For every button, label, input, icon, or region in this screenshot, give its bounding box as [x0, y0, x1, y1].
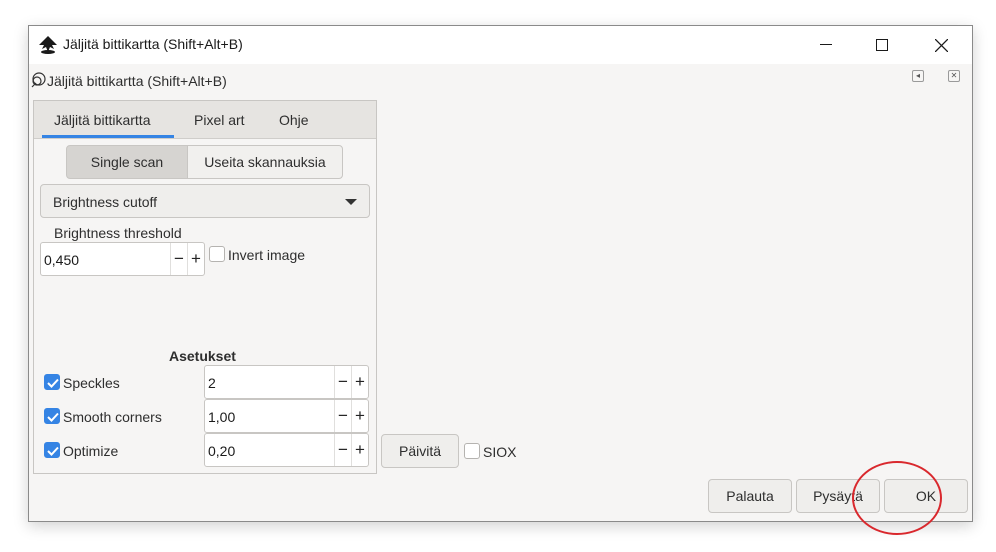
close-icon: [934, 38, 948, 52]
checkmark-icon: [47, 446, 59, 456]
minus-icon[interactable]: −: [334, 434, 351, 466]
brightness-threshold-spin[interactable]: 0,450 − +: [40, 242, 205, 276]
plus-icon[interactable]: +: [187, 243, 204, 275]
trace-panel: Jäljitä bittikartta Pixel art Ohje Singl…: [33, 100, 377, 474]
speckles-value: 2: [208, 375, 216, 391]
optimize-spin[interactable]: 0,20 − +: [204, 433, 369, 467]
trace-bitmap-window: Jäljitä bittikartta (Shift+Alt+B) Jäljit…: [28, 25, 973, 522]
smooth-corners-label: Smooth corners: [63, 409, 162, 425]
dock-close-button[interactable]: ✕: [948, 70, 960, 82]
optimize-checkbox[interactable]: [44, 442, 60, 458]
update-preview-button[interactable]: Päivitä: [381, 434, 459, 468]
settings-heading: Asetukset: [169, 348, 236, 364]
minus-icon[interactable]: −: [334, 400, 351, 432]
minus-icon[interactable]: −: [170, 243, 187, 275]
smooth-corners-value: 1,00: [208, 409, 236, 425]
siox-checkbox[interactable]: [464, 443, 480, 459]
minimize-button[interactable]: [803, 26, 849, 64]
title-bar: Jäljitä bittikartta (Shift+Alt+B): [29, 26, 972, 64]
detection-mode-value: Brightness cutoff: [53, 194, 158, 210]
smooth-corners-spin[interactable]: 1,00 − +: [204, 399, 369, 433]
tab-trace-bitmap[interactable]: Jäljitä bittikartta: [54, 112, 150, 128]
detection-mode-dropdown[interactable]: Brightness cutoff: [40, 184, 370, 218]
maximize-icon: [876, 39, 888, 51]
chevron-down-icon: [345, 199, 357, 205]
minus-icon[interactable]: −: [334, 366, 351, 398]
checkmark-icon: [47, 378, 59, 388]
tab-bar: Jäljitä bittikartta Pixel art Ohje: [34, 101, 376, 139]
plus-icon[interactable]: +: [351, 366, 368, 398]
siox-label: SIOX: [483, 444, 517, 460]
speckles-spin[interactable]: 2 − +: [204, 365, 369, 399]
invert-image-label: Invert image: [228, 247, 306, 263]
smooth-corners-checkbox[interactable]: [44, 408, 60, 424]
single-scan-toggle[interactable]: Single scan: [66, 145, 188, 179]
plus-icon[interactable]: +: [351, 434, 368, 466]
plus-icon[interactable]: +: [351, 400, 368, 432]
tab-help[interactable]: Ohje: [279, 112, 309, 128]
speckles-checkbox[interactable]: [44, 374, 60, 390]
active-tab-indicator: [42, 135, 174, 138]
optimize-label: Optimize: [63, 443, 119, 459]
inkscape-icon: [37, 35, 59, 55]
maximize-button[interactable]: [859, 26, 905, 64]
dock-title: Jäljitä bittikartta (Shift+Alt+B): [47, 73, 227, 89]
dock-collapse-button[interactable]: ◂: [912, 70, 924, 82]
window-title: Jäljitä bittikartta (Shift+Alt+B): [63, 36, 243, 52]
multiple-scans-toggle[interactable]: Useita skannauksia: [187, 145, 343, 179]
optimize-value: 0,20: [208, 443, 236, 459]
trace-bitmap-icon: [31, 72, 47, 88]
reset-button[interactable]: Palauta: [708, 479, 792, 513]
brightness-threshold-value: 0,450: [44, 252, 80, 268]
annotation-circle: [852, 461, 942, 535]
brightness-threshold-label: Brightness threshold: [54, 225, 182, 241]
tab-pixel-art[interactable]: Pixel art: [194, 112, 245, 128]
close-button[interactable]: [918, 26, 964, 64]
dock-header: Jäljitä bittikartta (Shift+Alt+B) ◂ ✕: [29, 64, 972, 98]
minimize-icon: [820, 44, 832, 45]
invert-image-checkbox[interactable]: [209, 246, 225, 262]
checkmark-icon: [47, 412, 59, 422]
speckles-label: Speckles: [63, 375, 120, 391]
